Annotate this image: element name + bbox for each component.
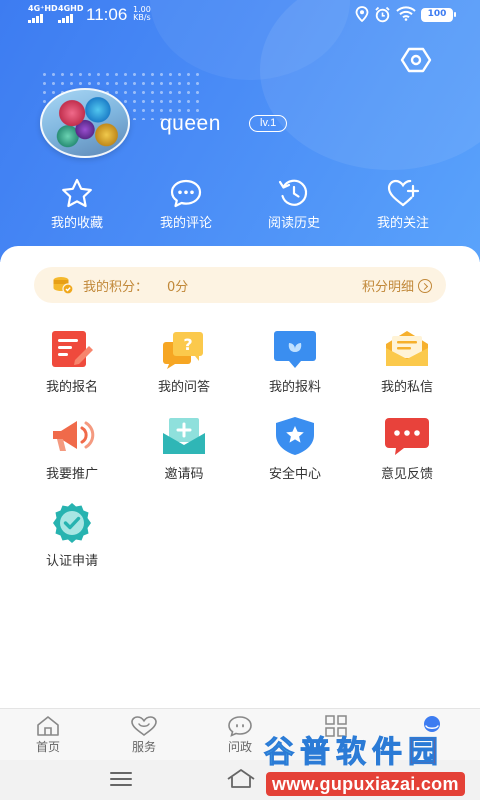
feedback-icon xyxy=(385,418,429,455)
avatar[interactable] xyxy=(40,88,130,158)
qa-icon: ? xyxy=(163,332,203,369)
watermark-char: 软 xyxy=(336,735,367,771)
quick-action-favorites[interactable]: 我的收藏 xyxy=(29,178,125,231)
watermark-char: 普 xyxy=(300,735,331,771)
points-detail-label: 积分明细 xyxy=(361,280,414,295)
points-value: 0分 xyxy=(167,280,189,295)
sim2-label: 4GHD xyxy=(58,4,84,13)
comment-icon xyxy=(170,179,202,208)
watermark-url: www.gupuxiazai.com xyxy=(266,772,465,796)
watermark-title: 谷 普 软 件 园 xyxy=(262,734,440,772)
menu-item-security[interactable]: 安全中心 xyxy=(243,415,347,482)
username[interactable]: queen xyxy=(160,112,221,136)
menu-item-signup[interactable]: 我的报名 xyxy=(20,328,124,395)
menu-item-label: 意见反馈 xyxy=(380,467,433,482)
watermark-char: 件 xyxy=(372,735,403,771)
clock: 11:06 xyxy=(86,5,128,24)
quick-action-comments[interactable]: 我的评论 xyxy=(138,178,234,231)
menu-item-label: 安全中心 xyxy=(268,467,321,482)
quick-action-label: 我的评论 xyxy=(159,216,212,231)
settings-icon[interactable] xyxy=(400,46,432,74)
heart-plus-icon xyxy=(387,179,420,207)
quick-action-history[interactable]: 阅读历史 xyxy=(246,178,342,231)
tab-label: 服务 xyxy=(131,740,156,754)
home-button-icon[interactable] xyxy=(225,767,257,789)
star-icon xyxy=(62,178,92,208)
menu-item-qa[interactable]: ? 我的问答 xyxy=(132,328,236,395)
menu-item-label: 我要推广 xyxy=(45,467,98,482)
site-watermark: 谷 普 软 件 园 www.gupuxiazai.com xyxy=(262,734,476,796)
mail-icon xyxy=(386,331,428,366)
history-icon xyxy=(278,179,308,206)
shield-icon xyxy=(276,417,314,455)
status-bar: 4G⁺HD 4GHD 11:06 1.00 KB/s 100 xyxy=(0,0,480,30)
menu-item-promote[interactable]: 我要推广 xyxy=(20,415,124,482)
home-icon xyxy=(37,716,59,736)
quick-action-label: 我的关注 xyxy=(376,216,429,231)
quick-action-label: 我的收藏 xyxy=(50,216,103,231)
report-icon xyxy=(274,331,316,368)
coins-icon xyxy=(53,277,74,295)
menu-item-messages[interactable]: 我的私信 xyxy=(355,328,459,395)
points-detail-link[interactable]: 积分明细 xyxy=(362,276,432,295)
menu-item-label: 我的报名 xyxy=(45,380,98,395)
menu-item-label: 我的问答 xyxy=(157,380,210,395)
menu-item-label: 我的报料 xyxy=(268,380,321,395)
menu-item-label: 我的私信 xyxy=(380,380,433,395)
menu-item-report[interactable]: 我的报料 xyxy=(243,328,347,395)
chat-icon xyxy=(228,716,252,737)
sim1-label: 4G⁺HD xyxy=(28,4,58,13)
menu-item-feedback[interactable]: 意见反馈 xyxy=(355,415,459,482)
watermark-char: 谷 xyxy=(264,735,295,771)
profile-screen: 4G⁺HD 4GHD 11:06 1.00 KB/s 100 queen lv.… xyxy=(0,0,480,800)
profile-header: 4G⁺HD 4GHD 11:06 1.00 KB/s 100 queen lv.… xyxy=(0,0,480,262)
menu-item-verification[interactable]: 认证申请 xyxy=(20,502,124,569)
signal-icon xyxy=(58,14,83,23)
tab-home[interactable]: 首页 xyxy=(16,715,80,759)
signup-icon xyxy=(52,331,93,367)
tab-services[interactable]: 服务 xyxy=(112,715,176,759)
watermark-char: 园 xyxy=(408,735,439,771)
chevron-right-icon xyxy=(418,279,432,293)
battery-icon: 100 xyxy=(421,8,456,22)
menu-icon[interactable] xyxy=(110,772,132,786)
quick-action-label: 阅读历史 xyxy=(267,216,320,231)
signal-icon xyxy=(28,14,58,23)
wifi-icon xyxy=(396,6,416,21)
verified-icon xyxy=(53,503,91,543)
megaphone-icon xyxy=(53,421,95,451)
invite-icon xyxy=(163,418,205,454)
tab-label: 首页 xyxy=(35,740,60,754)
alarm-icon xyxy=(375,6,390,23)
sim2-signal: 4GHD xyxy=(58,4,83,23)
points-label: 我的积分： xyxy=(83,280,149,295)
speed-unit: KB/s xyxy=(133,13,151,22)
location-icon xyxy=(355,6,369,22)
menu-item-invite[interactable]: 邀请码 xyxy=(132,415,236,482)
heart-icon xyxy=(131,716,157,736)
menu-item-label: 邀请码 xyxy=(164,467,204,482)
svg-text:?: ? xyxy=(183,335,192,354)
quick-action-following[interactable]: 我的关注 xyxy=(355,178,451,231)
network-speed: 1.00 KB/s xyxy=(133,6,151,22)
level-badge: lv.1 xyxy=(249,115,288,132)
sim1-signal: 4G⁺HD xyxy=(28,4,58,23)
points-bar[interactable]: 我的积分： 0分 积分明细 xyxy=(34,267,446,303)
menu-item-label: 认证申请 xyxy=(45,554,98,569)
